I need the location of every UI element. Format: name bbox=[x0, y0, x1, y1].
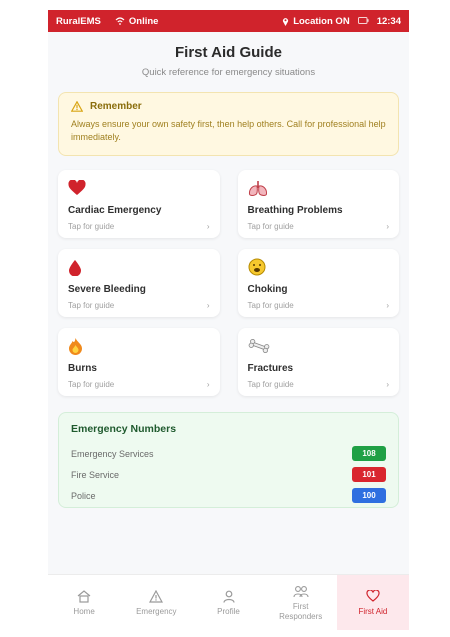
clock: 12:34 bbox=[376, 15, 401, 27]
card-hint: Tap for guide bbox=[68, 301, 115, 310]
home-icon bbox=[77, 589, 91, 603]
location-label: Location ON bbox=[293, 15, 350, 27]
call-100-button[interactable]: 100 bbox=[352, 488, 386, 503]
safety-reminder: Remember Always ensure your own safety f… bbox=[58, 92, 399, 156]
group-icon bbox=[293, 585, 309, 597]
person-icon bbox=[222, 590, 235, 603]
page-title: First Aid Guide bbox=[175, 44, 282, 61]
card-cardiac-emergency[interactable]: Cardiac Emergency Tap for guide › bbox=[58, 170, 220, 238]
card-label: Choking bbox=[247, 284, 288, 295]
nav-home[interactable]: Home bbox=[48, 575, 120, 630]
status-separator bbox=[357, 16, 369, 27]
emergency-service-label: Police bbox=[71, 490, 96, 501]
emergency-row-police: Police 100 bbox=[71, 485, 386, 506]
nav-label: Emergency bbox=[136, 607, 177, 616]
nav-label: Profile bbox=[217, 607, 240, 616]
nav-emergency[interactable]: Emergency bbox=[120, 575, 192, 630]
lungs-icon bbox=[248, 180, 267, 196]
card-hint: Tap for guide bbox=[247, 222, 294, 231]
card-hint: Tap for guide bbox=[68, 380, 115, 389]
emergency-service-label: Fire Service bbox=[71, 469, 120, 480]
heart-outline-icon bbox=[366, 590, 380, 602]
reminder-text: Always ensure your own safety first, the… bbox=[71, 119, 386, 142]
nav-label: First Aid bbox=[358, 607, 388, 616]
chevron-right-icon: › bbox=[206, 222, 210, 231]
warning-icon bbox=[149, 589, 164, 603]
call-108-button[interactable]: 108 bbox=[352, 446, 386, 461]
card-severe-bleeding[interactable]: Severe Bleeding Tap for guide › bbox=[58, 249, 220, 317]
call-101-button[interactable]: 101 bbox=[352, 467, 386, 482]
wifi-icon bbox=[115, 17, 125, 25]
emergency-numbers-panel: Emergency Numbers Emergency Services 108… bbox=[58, 412, 399, 508]
card-label: Severe Bleeding bbox=[68, 284, 146, 295]
fire-icon bbox=[69, 338, 82, 355]
chevron-right-icon: › bbox=[206, 301, 210, 310]
page-header: First Aid Guide Quick reference for emer… bbox=[48, 32, 409, 78]
card-label: Breathing Problems bbox=[247, 205, 343, 216]
emergency-numbers-title: Emergency Numbers bbox=[71, 423, 177, 435]
first-aid-topics: Cardiac Emergency Tap for guide › Breathi… bbox=[58, 170, 399, 396]
card-breathing-problems[interactable]: Breathing Problems Tap for guide › bbox=[237, 170, 399, 238]
chevron-right-icon: › bbox=[386, 380, 389, 389]
heart-icon bbox=[68, 180, 86, 195]
location-status: Location ON bbox=[282, 15, 350, 27]
page-subtitle: Quick reference for emergency situations bbox=[141, 67, 316, 78]
choking-face-icon bbox=[248, 258, 265, 276]
card-label: Fractures bbox=[247, 363, 294, 374]
warning-triangle-icon bbox=[71, 101, 83, 112]
nav-profile[interactable]: Profile bbox=[192, 575, 264, 630]
reminder-title-row: Remember bbox=[71, 101, 386, 112]
card-burns[interactable]: Burns Tap for guide › bbox=[58, 328, 220, 396]
card-hint: Tap for guide bbox=[247, 380, 294, 389]
bone-icon bbox=[248, 339, 269, 353]
card-hint: Tap for guide bbox=[247, 301, 294, 310]
card-choking[interactable]: Choking Tap for guide › bbox=[237, 249, 399, 317]
card-label: Cardiac Emergency bbox=[68, 205, 162, 216]
app-screen: RuralEMS Online Location ON 12:34 First … bbox=[48, 10, 409, 630]
card-fractures[interactable]: Fractures Tap for guide › bbox=[237, 328, 399, 396]
online-status: Online bbox=[115, 15, 159, 27]
app-name: RuralEMS bbox=[56, 15, 101, 27]
nav-label: Home bbox=[73, 607, 95, 616]
chevron-right-icon: › bbox=[386, 301, 389, 310]
nav-first-aid[interactable]: First Aid bbox=[336, 575, 409, 630]
chevron-right-icon: › bbox=[206, 380, 210, 389]
battery-icon bbox=[357, 16, 369, 24]
reminder-title: Remember bbox=[90, 101, 142, 112]
emergency-row-ems: Emergency Services 108 bbox=[71, 443, 386, 464]
chevron-right-icon: › bbox=[386, 222, 389, 231]
card-label: Burns bbox=[68, 363, 97, 374]
nav-first-responders[interactable]: First Responders bbox=[265, 575, 337, 630]
location-pin-icon bbox=[283, 17, 289, 26]
emergency-service-label: Emergency Services bbox=[71, 448, 154, 459]
card-hint: Tap for guide bbox=[68, 222, 115, 231]
online-label: Online bbox=[128, 15, 159, 27]
status-bar: RuralEMS Online Location ON 12:34 bbox=[48, 10, 409, 32]
bottom-navigation: Home Emergency Profile First Responders … bbox=[48, 574, 409, 630]
emergency-row-fire: Fire Service 101 bbox=[71, 464, 386, 485]
nav-label: First Responders bbox=[279, 602, 323, 621]
blood-drop-icon bbox=[69, 259, 81, 276]
